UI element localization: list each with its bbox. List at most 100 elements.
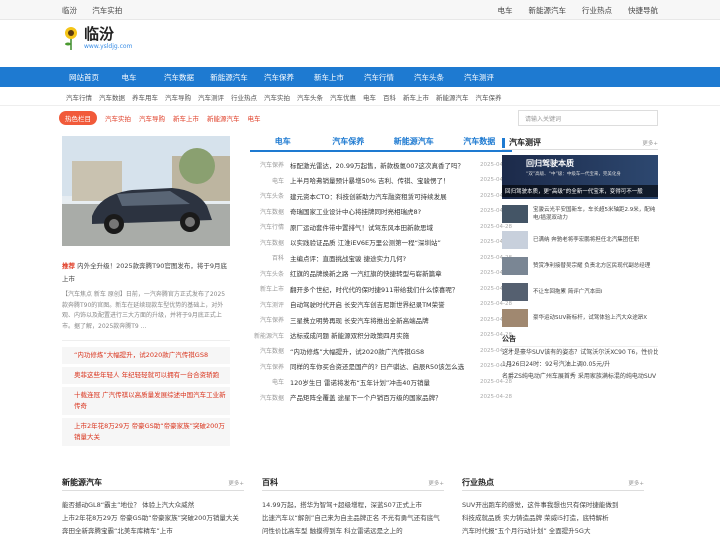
- featured-headline[interactable]: 推荐 内外全升级！2025款奔腾T90官图发布，将于9月底上市: [62, 260, 230, 286]
- top-link-linfen[interactable]: 临汾: [62, 6, 77, 15]
- news-title[interactable]: 上半月哈弗销量预计暴增50% 吉利、传祺、宝骏愣了！: [290, 175, 472, 185]
- nav-review[interactable]: 汽车测评: [454, 72, 504, 83]
- review-item[interactable]: 已满纳 奔驰老将李宏鹏将担任北汽集团任职: [502, 229, 658, 251]
- nav-headlines[interactable]: 汽车头条: [404, 72, 454, 83]
- news-row[interactable]: 汽车数据 奇瑞国家工业设计中心将挂牌同时亮相瑞虎8? 2025-04-28: [250, 204, 512, 220]
- list-item[interactable]: 比速汽车以“解剖”自己来为自主品牌正名 不光有勇气还有底气: [262, 512, 444, 525]
- tab-new-energy[interactable]: 新能源汽车: [381, 136, 447, 150]
- hot-tag[interactable]: 新能源汽车: [207, 113, 240, 123]
- news-title[interactable]: 奇瑞国家工业设计中心将挂牌同时亮相瑞虎8?: [290, 206, 472, 216]
- top-link-new-energy[interactable]: 新能源汽车: [529, 5, 567, 16]
- subnav-item[interactable]: 养车用车: [132, 92, 158, 102]
- list-item[interactable]: SUV开出跑车的感觉，这件事我想也只有保时捷能做到: [462, 499, 644, 512]
- review-item[interactable]: 宝骏云光平安国新车，车长超5米轴距2.9米，配纯电/插混双动力: [502, 203, 658, 225]
- news-row[interactable]: 汽车数据 以实践验证品质 江淮iEV6E万里公测第一程“深圳站” 2025-04-2…: [250, 235, 512, 251]
- news-row[interactable]: 新车上市 翻开多个世纪，时代代的保时捷911带给我们什么惊喜呢？ 2025-04-2…: [250, 281, 512, 297]
- subnav-item[interactable]: 汽车导购: [165, 92, 191, 102]
- nav-home[interactable]: 网站首页: [62, 72, 104, 83]
- list-item[interactable]: 汽车时代报“五个月行动计划” 全面提升5G大: [462, 525, 644, 538]
- tab-ev[interactable]: 电车: [250, 136, 316, 150]
- news-title[interactable]: 原厂运动套件带中置排气！试驾东风本田新款思域: [290, 222, 472, 232]
- hot-tag[interactable]: 电车: [248, 113, 261, 123]
- nav-ev[interactable]: 电车: [104, 72, 154, 83]
- news-row[interactable]: 电车 120岁生日 雷诺将发布“五年计划”冲击40万销量 2025-04-28: [250, 374, 512, 390]
- notice-item[interactable]: 这才是豪华SUV该有的姿态？试驾沃尔沃XC90 T6，性价比高还安全: [502, 347, 658, 359]
- subnav-item[interactable]: 汽车行情: [66, 92, 92, 102]
- news-row[interactable]: 汽车行情 原厂运动套件带中置排气！试驾东风本田新款思域 2025-04-28: [250, 219, 512, 235]
- news-row[interactable]: 汽车保养 同样的车你买合资还是国产的? 日产骐达、启辰R50该怎么选 2025-04…: [250, 359, 512, 375]
- news-title[interactable]: 标配激光雷达，20.99万起售，新款极氪007这次真香了吗？: [290, 160, 472, 170]
- news-title[interactable]: 建元资本CTO：科技创新助力汽车融资租赁可持续发展: [290, 191, 472, 201]
- nav-market[interactable]: 汽车行情: [354, 72, 404, 83]
- news-row[interactable]: 百科 主编点评：直面挑战宝骏 捷途实力几何? 2025-04-28: [250, 250, 512, 266]
- site-logo[interactable]: 临汾 www.ysldjg.com: [64, 26, 132, 50]
- news-row[interactable]: 汽车头条 红旗的品牌焕新之路 一汽红旗的快捷转型与崭新篇章 2025-04-28: [250, 266, 512, 282]
- notice-item[interactable]: 名爵ZS纯电动广州车展首秀 采用家族满标混的纯电动SUV: [502, 371, 658, 383]
- subnav-item[interactable]: 汽车数据: [99, 92, 125, 102]
- subnav-item[interactable]: 汽车测评: [198, 92, 224, 102]
- list-item[interactable]: 问性价比高车型 触摸得到车 科立雷诺远是之上的: [262, 525, 444, 538]
- notice-item[interactable]: 1月26日24时：92号汽油上调0.05元/升: [502, 359, 658, 371]
- tab-maintenance[interactable]: 汽车保养: [316, 136, 382, 150]
- news-title[interactable]: “内功修炼”大幅提升，试2020款广汽传祺GS8: [290, 346, 472, 356]
- subnav-item[interactable]: 电车: [363, 92, 376, 102]
- featured-car-photo[interactable]: [62, 136, 230, 246]
- news-row[interactable]: 汽车头条 建元资本CTO：科技创新助力汽车融资租赁可持续发展 2025-04-28: [250, 188, 512, 204]
- news-title[interactable]: 红旗的品牌焕新之路 一汽红旗的快捷转型与崭新篇章: [290, 268, 472, 278]
- subnav-item[interactable]: 行业热点: [231, 92, 257, 102]
- red-list-item[interactable]: 奥菲这些年轻人 年纪轻轻就可以拥有一台合资轿跑: [62, 367, 230, 384]
- subnav-item[interactable]: 汽车头条: [297, 92, 323, 102]
- more-link[interactable]: 更多+: [228, 479, 244, 487]
- news-title[interactable]: 产品矩阵全覆盖 途星下一个户销百万级的国家品牌？: [290, 392, 472, 402]
- list-item[interactable]: 奔田全新奔腾宝霸“北美车库精车”上市: [62, 525, 244, 538]
- news-row[interactable]: 电车 上半月哈弗销量预计暴增50% 吉利、传祺、宝骏愣了！ 2025-04-28: [250, 173, 512, 189]
- subnav-item[interactable]: 汽车实拍: [264, 92, 290, 102]
- hot-tag[interactable]: 新车上市: [173, 113, 199, 123]
- news-title[interactable]: 以实践验证品质 江淮iEV6E万里公测第一程“深圳站”: [290, 237, 472, 247]
- news-title[interactable]: 自动驾驶时代开启 长安汽车创吉尼斯世界纪录TM荣誉: [290, 299, 472, 309]
- red-list-item[interactable]: 上市2年花8万29万 帝豪GS助“帝豪家族”突破200万销量大关: [62, 418, 230, 446]
- nav-maintenance[interactable]: 汽车保养: [254, 72, 304, 83]
- search-input[interactable]: 请输入关键词: [518, 110, 658, 126]
- top-link-photos[interactable]: 汽车实拍: [92, 6, 122, 15]
- news-cat: 百科: [271, 255, 284, 263]
- news-title[interactable]: 三星携立明势再现 长安汽车将推出全新高端品牌: [290, 315, 472, 325]
- review-item[interactable]: 豪华运动SUV新标杆，试驾体验上汽大众途昂X: [502, 307, 658, 329]
- nav-car-data[interactable]: 汽车数据: [154, 72, 204, 83]
- subnav-item[interactable]: 新车上市: [403, 92, 429, 102]
- review-item[interactable]: 不让车回拖累 简评广汽本田i: [502, 281, 658, 303]
- red-list-item[interactable]: “内功修炼”大幅提升，试2020款广汽传祺GS8: [62, 347, 230, 364]
- news-row[interactable]: 汽车测评 自动驾驶时代开启 长安汽车创吉尼斯世界纪录TM荣誉 2025-04-28: [250, 297, 512, 313]
- hot-tag[interactable]: 汽车实拍: [105, 113, 131, 123]
- more-link[interactable]: 更多+: [628, 479, 644, 487]
- top-link-industry[interactable]: 行业热点: [582, 5, 612, 16]
- news-row[interactable]: 汽车数据 “内功修炼”大幅提升，试2020款广汽传祺GS8 2025-04-28: [250, 343, 512, 359]
- nav-new-launch[interactable]: 新车上市: [304, 72, 354, 83]
- subnav-item[interactable]: 百科: [383, 92, 396, 102]
- news-title[interactable]: 翻开多个世纪，时代代的保时捷911带给我们什么惊喜呢？: [290, 284, 472, 294]
- subnav-item[interactable]: 汽车保养: [476, 92, 502, 102]
- more-link[interactable]: 更多+: [428, 479, 444, 487]
- news-row[interactable]: 汽车保养 标配激光雷达，20.99万起售，新款极氪007这次真香了吗？ 2025-0…: [250, 157, 512, 173]
- news-row[interactable]: 新能源汽车 达标或成问题 新能源双积分政策四月实施 2025-04-28: [250, 328, 512, 344]
- top-link-quick-nav[interactable]: 快捷导航: [628, 5, 658, 16]
- news-title[interactable]: 达标或成问题 新能源双积分政策四月实施: [290, 330, 472, 340]
- news-title[interactable]: 120岁生日 雷诺将发布“五年计划”冲击40万销量: [290, 377, 472, 387]
- hot-tag[interactable]: 汽车导购: [139, 113, 165, 123]
- list-item[interactable]: 能否撼动GL8“霸主”地位？ 体验上汽大众威然: [62, 499, 244, 512]
- red-list-item[interactable]: 十载连冠 广汽传祺以高质量发展综述中国汽车工业新传奇: [62, 387, 230, 415]
- list-item[interactable]: 科技成就品质 实力铸造品牌 荣威i5打造，底特解析: [462, 512, 644, 525]
- review-item[interactable]: 赞赏净利接替吴宗耀 负责北方区民现代副总经理: [502, 255, 658, 277]
- list-item[interactable]: 上市2年花8万29万 帝豪GS助“帝豪家族”突破200万销量大关: [62, 512, 244, 525]
- list-item[interactable]: 14.99万起，搭华为智驾+超级增程，深蓝S07正式上市: [262, 499, 444, 512]
- subnav-item[interactable]: 新能源汽车: [436, 92, 469, 102]
- nav-new-energy[interactable]: 新能源汽车: [204, 72, 254, 83]
- news-title[interactable]: 同样的车你买合资还是国产的? 日产骐达、启辰R50该怎么选: [290, 361, 472, 371]
- subnav-item[interactable]: 汽车优惠: [330, 92, 356, 102]
- review-banner[interactable]: 回归驾驶本质 “双”高级、“中”级：中级车一代宝来，完美化身 回归驾驶本质，更“…: [502, 155, 658, 199]
- top-link-ev[interactable]: 电车: [498, 5, 513, 16]
- news-title[interactable]: 主编点评：直面挑战宝骏 捷途实力几何?: [290, 253, 472, 263]
- news-row[interactable]: 汽车保养 三星携立明势再现 长安汽车将推出全新高端品牌 2025-04-28: [250, 312, 512, 328]
- more-link[interactable]: 更多+: [642, 139, 658, 147]
- news-row[interactable]: 汽车数据 产品矩阵全覆盖 途星下一个户销百万级的国家品牌？ 2025-04-28: [250, 390, 512, 406]
